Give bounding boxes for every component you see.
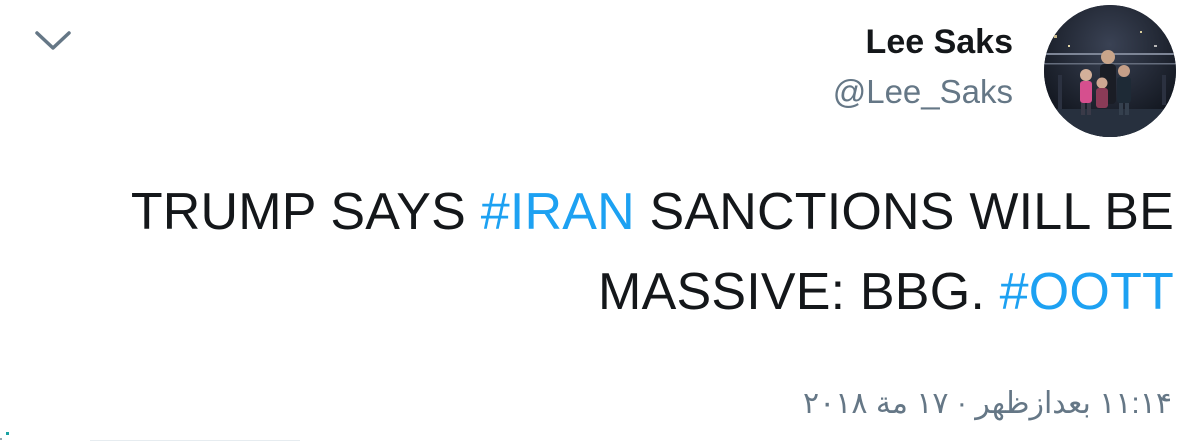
avatar[interactable] [1044, 5, 1176, 137]
author-display-name[interactable]: Lee Saks [833, 22, 1013, 62]
tweet-text-segment: MASSIVE: BBG. [598, 263, 985, 321]
chevron-down-icon[interactable] [34, 28, 72, 54]
avatar-photo [1044, 5, 1176, 137]
tweet-line-2: MASSIVE: BBG. #OOTT [30, 252, 1174, 332]
tweet-card: Lee Saks @Lee_Saks TRUMP SAYS #IRAN SANC… [0, 0, 1200, 444]
hashtag-oott-link[interactable]: #OOTT [1000, 263, 1174, 321]
tweet-timestamp[interactable]: ١١:١۴ بعدازظهر · ١٧ مة ٢٠١٨ [803, 384, 1172, 424]
tweet-text-segment: SANCTIONS WILL BE [634, 183, 1174, 241]
tweet-text-segment: TRUMP SAYS [130, 183, 481, 241]
divider [0, 432, 300, 441]
tweet-text: TRUMP SAYS #IRAN SANCTIONS WILL BE MASSI… [30, 172, 1174, 332]
hashtag-iran-link[interactable]: #IRAN [481, 183, 635, 241]
tweet-line-1: TRUMP SAYS #IRAN SANCTIONS WILL BE [30, 172, 1174, 252]
author-handle[interactable]: @Lee_Saks [833, 72, 1013, 112]
author-info[interactable]: Lee Saks @Lee_Saks [833, 22, 1013, 112]
